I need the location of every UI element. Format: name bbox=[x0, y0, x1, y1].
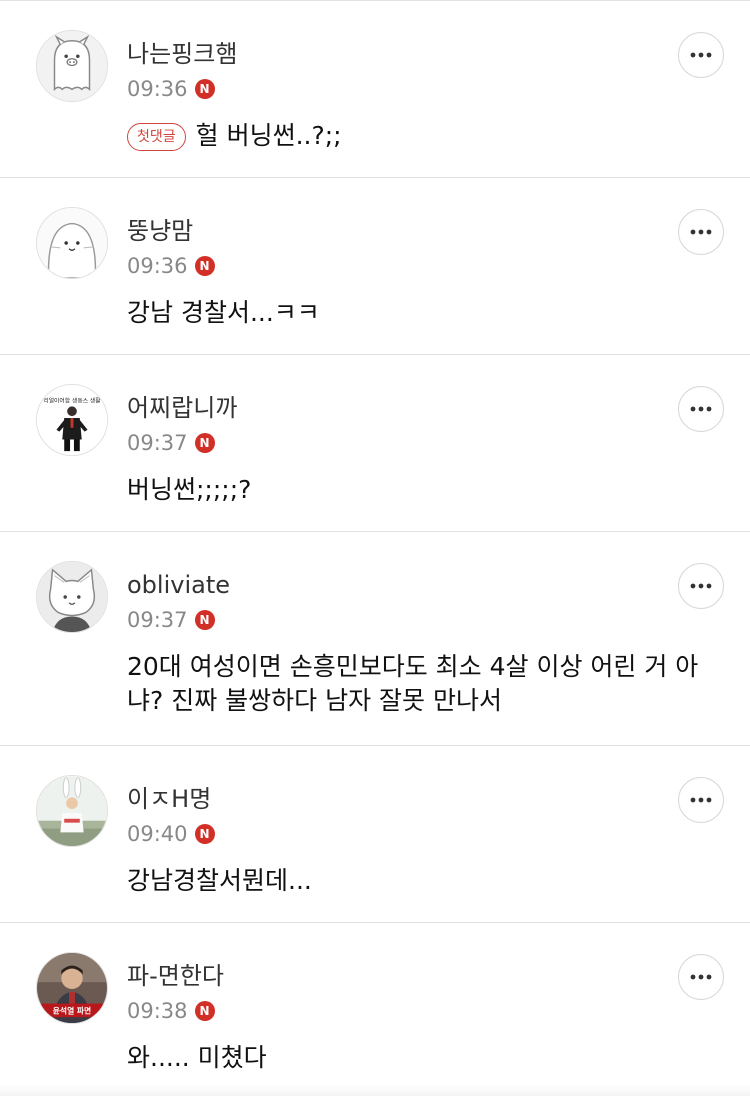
round-seal-avatar[interactable] bbox=[36, 207, 108, 279]
comment-text: 버닝썬;;;;;? bbox=[127, 475, 252, 504]
nickname[interactable]: 파-면한다 bbox=[127, 961, 224, 991]
more-options-button[interactable] bbox=[678, 209, 724, 255]
more-dots-icon bbox=[690, 797, 712, 803]
more-dots-icon bbox=[690, 406, 712, 412]
more-options-button[interactable] bbox=[678, 954, 724, 1000]
comment-time: 09:37 bbox=[127, 431, 188, 455]
comment-text: 강남경찰서뭔데... bbox=[127, 866, 312, 895]
nickname[interactable]: 나는핑크햄 bbox=[127, 39, 237, 69]
more-options-button[interactable] bbox=[678, 386, 724, 432]
avatar-caption: 리얼이어함 생동스 생활 bbox=[43, 397, 101, 405]
more-dots-icon bbox=[690, 583, 712, 589]
more-dots-icon bbox=[690, 974, 712, 980]
more-dots-icon bbox=[690, 229, 712, 235]
comment-item: obliviate 09:37 N 20대 여성이면 손흥민보다도 최소 4살 … bbox=[0, 532, 750, 746]
comment-item: 리얼이어함 생동스 생활 어찌랍니까 09:37 N 버닝썬;;;;;? bbox=[0, 355, 750, 532]
new-badge-icon: N bbox=[194, 79, 215, 99]
new-badge-icon: N bbox=[194, 256, 215, 276]
nickname[interactable]: 뚱냥맘 bbox=[127, 216, 193, 246]
new-badge-icon: N bbox=[194, 824, 215, 844]
new-badge-icon: N bbox=[194, 610, 215, 630]
comment-text-content: 헐 버닝썬..?;; bbox=[195, 121, 342, 150]
more-dots-icon bbox=[690, 52, 712, 58]
comment-meta: 09:36 N bbox=[127, 252, 215, 280]
man-in-suit-avatar[interactable]: 리얼이어함 생동스 생활 bbox=[36, 384, 108, 456]
comment-time: 09:40 bbox=[127, 822, 188, 846]
comment-text: 와..... 미쳤다 bbox=[127, 1043, 267, 1072]
comment-meta: 09:37 N bbox=[127, 606, 215, 634]
avatar-caption: 윤석열 파면 bbox=[53, 1005, 91, 1015]
comment-meta: 09:36 N bbox=[127, 75, 215, 103]
comment-item: 이ㅈH명 09:40 N 강남경찰서뭔데... bbox=[0, 746, 750, 923]
comment-text: 강남 경찰서...ㅋㅋ bbox=[127, 298, 320, 327]
comment-meta: 09:37 N bbox=[127, 429, 215, 457]
bottom-fade bbox=[0, 1084, 750, 1096]
comment-time: 09:37 bbox=[127, 608, 188, 632]
nickname[interactable]: 어찌랍니까 bbox=[127, 393, 237, 423]
new-badge-icon: N bbox=[194, 433, 215, 453]
man-photo-avatar[interactable]: 윤석열 파면 bbox=[36, 952, 108, 1024]
comment-item: 뚱냥맘 09:36 N 강남 경찰서...ㅋㅋ bbox=[0, 178, 750, 355]
comment-text: 20대 여성이면 손흥민보다도 최소 4살 이상 어린 거 아냐? 진짜 불쌍하… bbox=[127, 652, 699, 715]
comment-text: 첫댓글 헐 버닝썬..?;; bbox=[127, 119, 717, 153]
nickname[interactable]: obliviate bbox=[127, 570, 230, 600]
pig-ghost-avatar[interactable] bbox=[36, 30, 108, 102]
first-comment-tag: 첫댓글 bbox=[127, 123, 186, 151]
comment-time: 09:38 bbox=[127, 999, 188, 1023]
more-options-button[interactable] bbox=[678, 32, 724, 78]
more-options-button[interactable] bbox=[678, 563, 724, 609]
nickname[interactable]: 이ㅈH명 bbox=[127, 784, 211, 814]
comment-meta: 09:38 N bbox=[127, 997, 215, 1025]
new-badge-icon: N bbox=[194, 1001, 215, 1021]
bunny-ears-person-avatar[interactable] bbox=[36, 775, 108, 847]
more-options-button[interactable] bbox=[678, 777, 724, 823]
comment-item: 윤석열 파면 파-면한다 09:38 N 와..... 미쳤다 bbox=[0, 923, 750, 1084]
comment-meta: 09:40 N bbox=[127, 820, 215, 848]
comment-time: 09:36 bbox=[127, 254, 188, 278]
cat-avatar[interactable] bbox=[36, 561, 108, 633]
comment-time: 09:36 bbox=[127, 77, 188, 101]
comment-item: 나는핑크햄 09:36 N 첫댓글 헐 버닝썬..?;; bbox=[0, 1, 750, 178]
